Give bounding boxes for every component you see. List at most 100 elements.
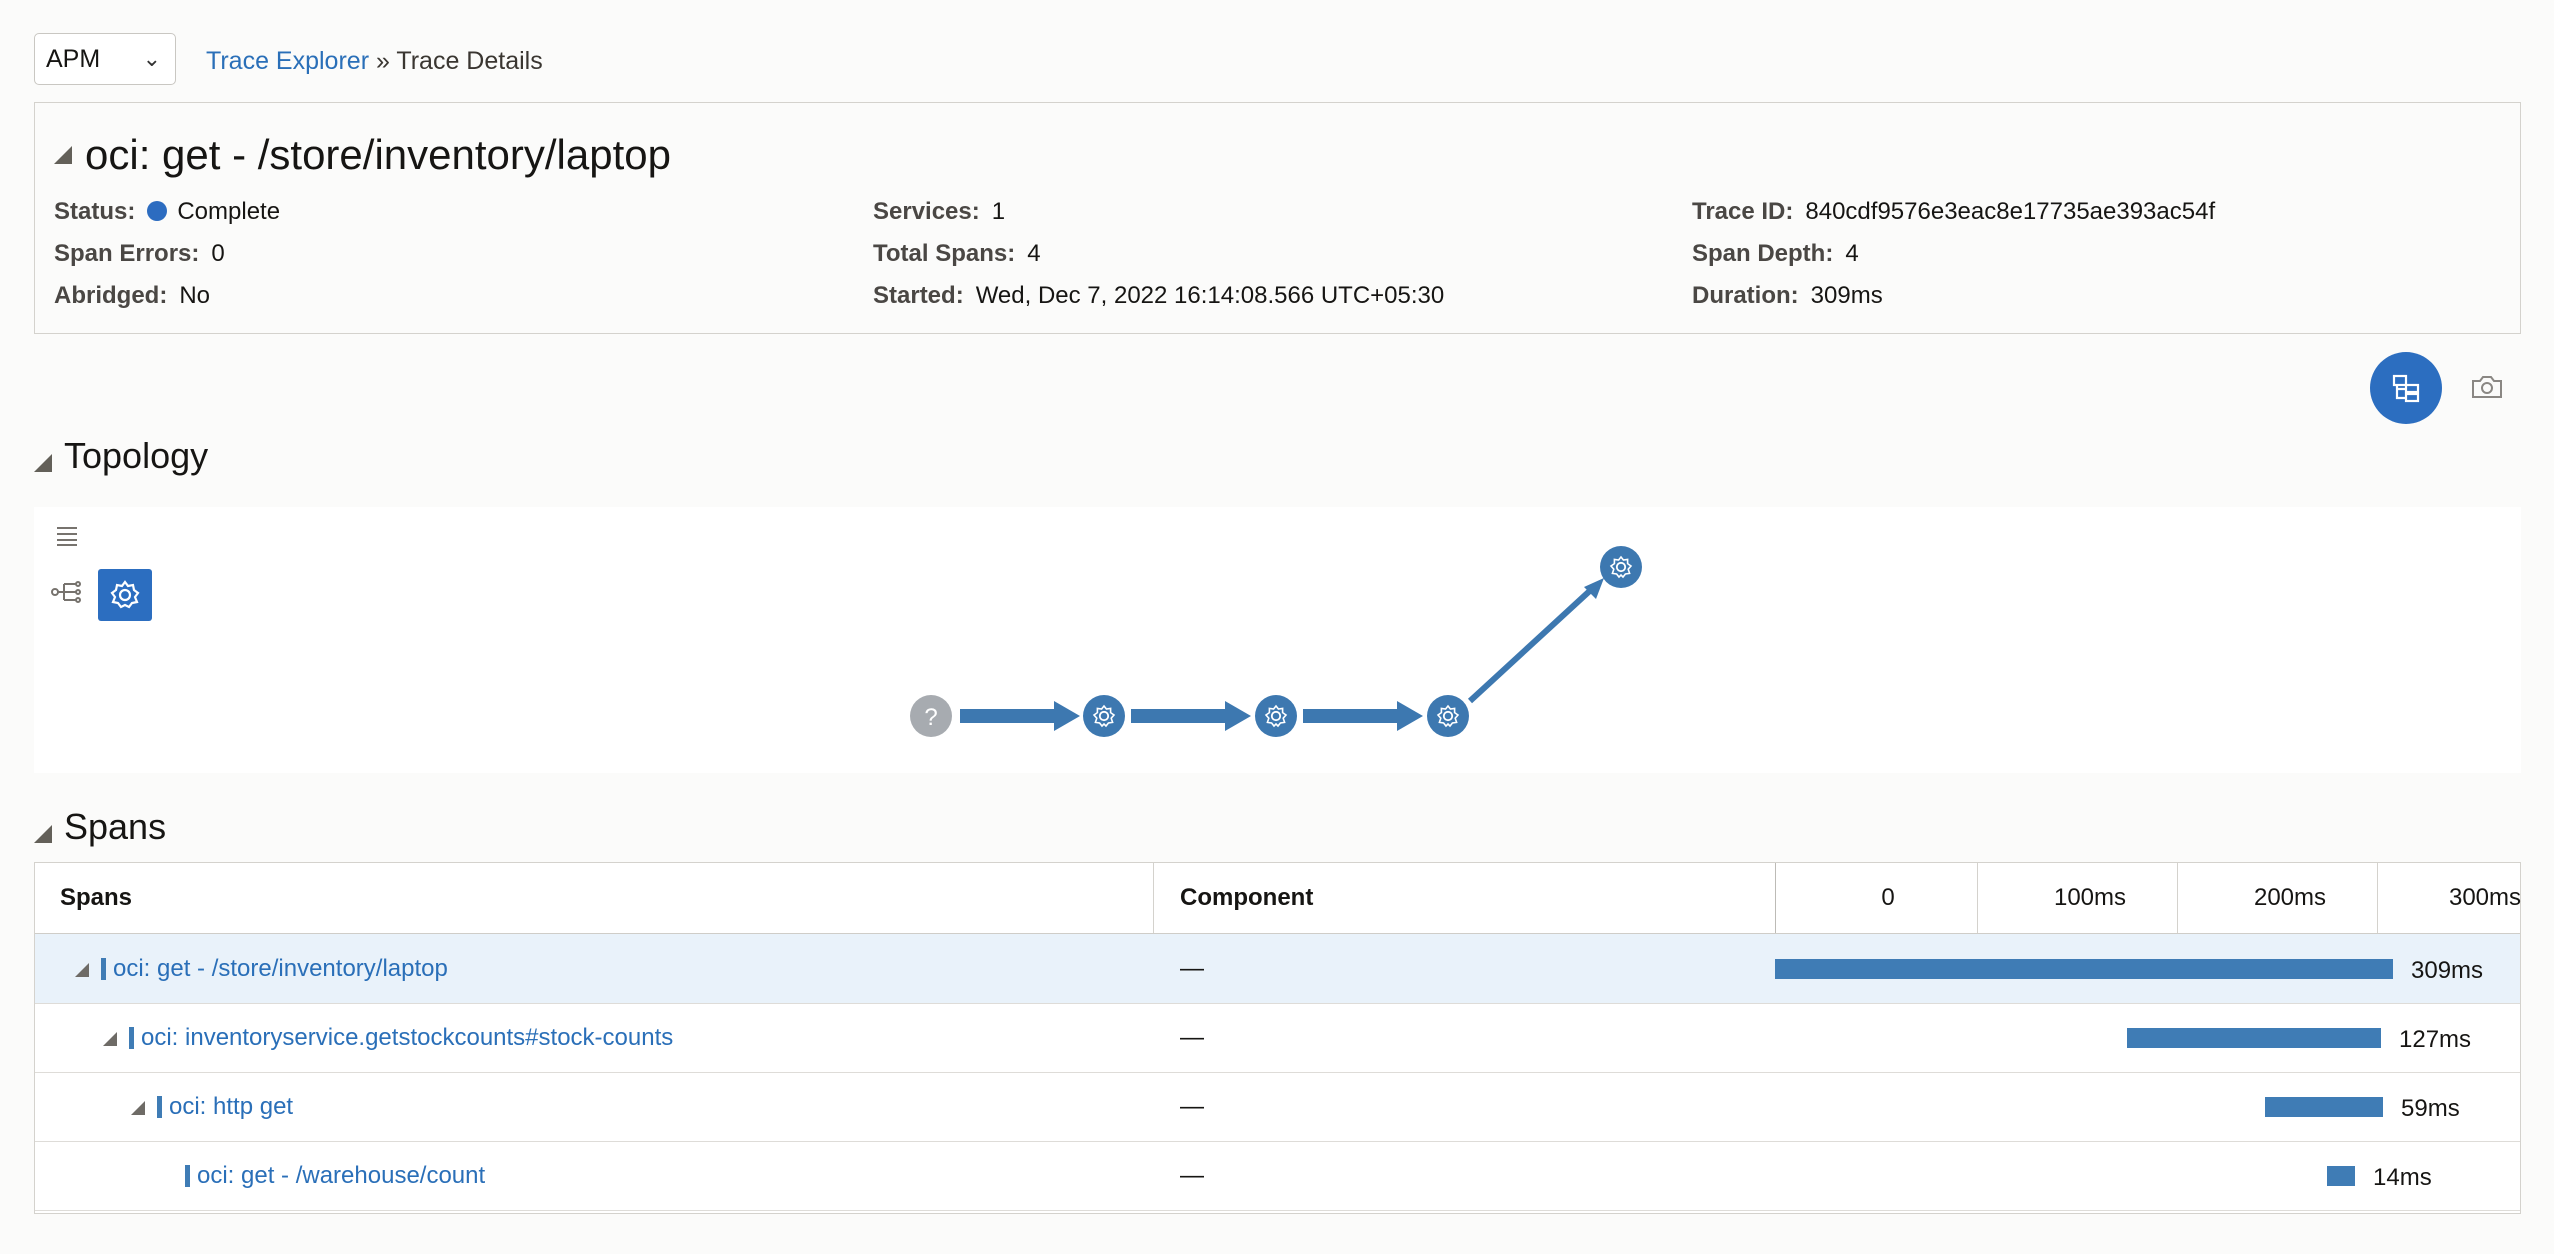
trace-id-field: Trace ID: 840cdf9576e3eac8e17735ae393ac54… (1692, 196, 2215, 228)
span-errors-label: Span Errors: (54, 240, 200, 267)
table-row[interactable]: oci: http get — 59ms (35, 1072, 2520, 1142)
expand-triangle-icon[interactable] (103, 1032, 117, 1046)
span-component: — (1180, 1162, 1204, 1189)
spans-section-header: Spans (34, 805, 166, 849)
collapse-triangle-icon[interactable] (34, 454, 52, 472)
span-duration-label: 127ms (2399, 1026, 2472, 1053)
trace-id-value: 840cdf9576e3eac8e17735ae393ac54f (1805, 198, 2216, 225)
spans-title: Spans (64, 806, 167, 847)
timeline-tick-label: 100ms (2053, 884, 2127, 911)
topology-graph: ? (910, 546, 1642, 737)
total-spans-value: 4 (1027, 240, 1041, 267)
trace-title-text: oci: get - /store/inventory/laptop (85, 131, 671, 178)
topology-canvas: ? (34, 507, 2521, 773)
span-duration-bar[interactable] (2265, 1097, 2383, 1117)
app-select[interactable]: APM ⌄ (34, 33, 176, 85)
span-component: — (1180, 1024, 1204, 1051)
span-duration-bar[interactable] (1775, 959, 2393, 979)
span-marker (157, 1096, 162, 1118)
span-marker (129, 1027, 134, 1049)
span-component: — (1180, 955, 1204, 982)
expand-triangle-icon[interactable] (131, 1101, 145, 1115)
expand-triangle-icon[interactable] (75, 963, 89, 977)
span-component: — (1180, 1093, 1204, 1120)
trace-summary-panel: oci: get - /store/inventory/laptop Statu… (34, 102, 2521, 334)
span-depth-value: 4 (1845, 240, 1859, 267)
collapse-triangle-icon[interactable] (54, 146, 72, 164)
total-spans-label: Total Spans: (873, 240, 1016, 267)
topology-section-header: Topology (34, 434, 208, 478)
services-label: Services: (873, 198, 980, 225)
topology-edge (1467, 578, 1604, 704)
status-value: Complete (177, 198, 281, 225)
span-duration-label: 14ms (2373, 1164, 2432, 1191)
topology-title: Topology (64, 435, 209, 476)
trace-id-label: Trace ID: (1692, 198, 1794, 225)
abridged-value: No (179, 282, 211, 309)
span-errors-value: 0 (211, 240, 225, 267)
column-divider (1775, 863, 1776, 933)
trace-title: oci: get - /store/inventory/laptop (54, 129, 671, 181)
tick-divider (1977, 863, 1978, 933)
status-field: Status: Complete (54, 196, 280, 228)
column-divider (1153, 863, 1154, 933)
span-view-toggle-button[interactable] (2370, 352, 2442, 424)
service-node[interactable] (1427, 695, 1469, 737)
abridged-field: Abridged: No (54, 280, 210, 312)
breadcrumb-current: Trace Details (396, 47, 543, 75)
service-node[interactable] (1255, 695, 1297, 737)
span-name-link[interactable]: oci: inventoryservice.getstockcounts#sto… (141, 1003, 673, 1072)
span-name-link[interactable]: oci: get - /warehouse/count (197, 1141, 485, 1210)
unknown-node-label: ? (924, 704, 937, 731)
timeline-tick-label: 200ms (2253, 884, 2327, 911)
duration-value: 309ms (1810, 282, 1883, 309)
span-duration-label: 309ms (2411, 957, 2484, 984)
services-value: 1 (991, 198, 1006, 225)
span-name-link[interactable]: oci: http get (169, 1072, 293, 1141)
table-row[interactable]: oci: get - /warehouse/count — 14ms (35, 1141, 2520, 1211)
camera-icon[interactable] (2470, 372, 2504, 402)
column-header-component[interactable]: Component (1180, 863, 1313, 933)
tick-divider (2177, 863, 2178, 933)
span-duration-bar[interactable] (2127, 1028, 2381, 1048)
abridged-label: Abridged: (54, 282, 168, 309)
span-duration-label: 59ms (2401, 1095, 2460, 1122)
topology-edge (1303, 701, 1423, 731)
span-depth-field: Span Depth: 4 (1692, 238, 1859, 270)
table-row[interactable]: oci: get - /store/inventory/laptop — 309ms (35, 934, 2520, 1004)
span-duration-bar[interactable] (2327, 1166, 2355, 1186)
table-row[interactable]: oci: inventoryservice.getstockcounts#sto… (35, 1003, 2520, 1073)
breadcrumb-trace-explorer-link[interactable]: Trace Explorer (206, 47, 369, 75)
breadcrumb-separator: » (375, 47, 390, 75)
column-header-spans[interactable]: Spans (60, 863, 132, 933)
app-select-value: APM (46, 45, 101, 73)
timeline-tick-label: 300ms (2448, 884, 2522, 911)
tick-divider (2377, 863, 2378, 933)
chevron-down-icon: ⌄ (142, 46, 161, 71)
status-dot-icon (147, 201, 168, 221)
collapse-triangle-icon[interactable] (34, 825, 52, 843)
span-marker (185, 1165, 190, 1187)
service-node[interactable] (1083, 695, 1125, 737)
spans-table: Spans Component 0 100ms 200ms 300ms oci:… (34, 862, 2521, 1214)
total-spans-field: Total Spans: 4 (873, 238, 1041, 270)
timeline-tick-label: 0 (1881, 884, 1895, 911)
started-label: Started: (873, 282, 964, 309)
duration-label: Duration: (1692, 282, 1799, 309)
span-marker (101, 958, 106, 980)
duration-field: Duration: 309ms (1692, 280, 1883, 312)
started-value: Wed, Dec 7, 2022 16:14:08.566 UTC+05:30 (975, 282, 1445, 309)
span-name-link[interactable]: oci: get - /store/inventory/laptop (113, 934, 448, 1003)
services-field: Services: 1 (873, 196, 1005, 228)
unknown-node[interactable]: ? (910, 695, 952, 737)
service-node[interactable] (1600, 546, 1642, 588)
topology-edge (1131, 701, 1251, 731)
span-depth-label: Span Depth: (1692, 240, 1834, 267)
topology-edge (960, 701, 1080, 731)
breadcrumb: Trace Explorer » Trace Details (206, 45, 543, 77)
spans-table-header: Spans Component 0 100ms 200ms 300ms (35, 863, 2521, 935)
span-errors-field: Span Errors: 0 (54, 238, 225, 270)
tree-view-icon (2392, 374, 2420, 403)
started-field: Started: Wed, Dec 7, 2022 16:14:08.566 UT… (873, 280, 1444, 312)
status-label: Status: (54, 198, 136, 225)
